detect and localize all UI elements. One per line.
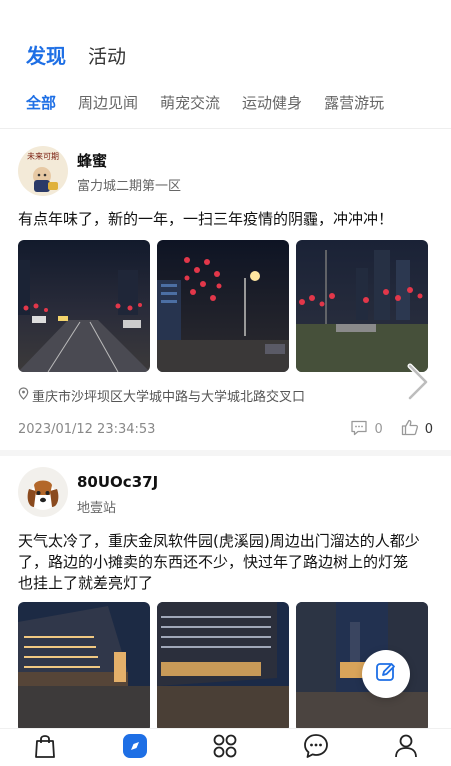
grid-icon: [212, 733, 238, 763]
category-nearby[interactable]: 周边见闻: [78, 92, 138, 113]
post-timestamp: 2023/01/12 23:34:53: [18, 422, 156, 437]
category-camping[interactable]: 露营游玩: [324, 92, 384, 113]
post-photo[interactable]: [18, 240, 150, 372]
avatar[interactable]: [18, 467, 68, 517]
bottom-nav: [0, 728, 451, 766]
profile-icon: [394, 733, 418, 763]
tab-activities[interactable]: 活动: [88, 42, 126, 69]
photo-gallery: [18, 240, 428, 372]
post-separator: [0, 450, 451, 456]
location-pin-icon: [18, 387, 29, 404]
user-location: 地壹站: [77, 501, 117, 516]
address-text: 重庆市沙坪坝区大学城中路与大学城北路交叉口: [32, 390, 306, 405]
comment-icon: [350, 420, 368, 440]
comment-count: 0: [374, 422, 383, 437]
post-photo[interactable]: [296, 240, 428, 372]
post-meta: 2023/01/12 23:34:53 0 0: [18, 419, 433, 440]
divider: [0, 128, 451, 129]
user-location: 富力城二期第一区: [77, 179, 182, 194]
nav-messages[interactable]: [296, 732, 336, 764]
post-photo[interactable]: [157, 240, 289, 372]
like-button[interactable]: 0: [401, 419, 433, 440]
tab-discover[interactable]: 发现: [26, 40, 66, 69]
edit-icon: [374, 660, 398, 688]
top-tabs: 发现 活动: [26, 40, 126, 69]
username[interactable]: 蜂蜜: [77, 150, 107, 171]
nav-services[interactable]: [205, 732, 245, 764]
post-actions: 0 0: [350, 419, 433, 440]
username[interactable]: 80UOc37J: [77, 473, 158, 491]
category-all[interactable]: 全部: [26, 92, 56, 113]
avatar[interactable]: 未来可期: [18, 146, 68, 196]
nav-discover[interactable]: [115, 732, 155, 764]
shopping-bag-icon: [34, 733, 56, 763]
avatar-caption: 未来可期: [27, 151, 59, 161]
thumbs-up-icon: [401, 419, 419, 440]
post-photo[interactable]: [157, 602, 289, 732]
post-photo[interactable]: [18, 602, 150, 732]
compass-icon: [122, 733, 148, 763]
category-fitness[interactable]: 运动健身: [242, 92, 302, 113]
post-text: 有点年味了，新的一年，一扫三年疫情的阴霾，冲冲冲！: [18, 210, 394, 228]
post-text: 天气太冷了，重庆金凤软件园(虎溪园)周边出门溜达的人都少了，路边的小摊卖的东西还…: [18, 532, 424, 592]
nav-profile[interactable]: [386, 732, 426, 764]
like-count: 0: [424, 422, 433, 437]
compose-post-button[interactable]: [362, 650, 410, 698]
category-pets[interactable]: 萌宠交流: [160, 92, 220, 113]
comment-button[interactable]: 0: [350, 420, 383, 440]
message-icon: [303, 733, 329, 763]
category-tabs: 全部 周边见闻 萌宠交流 运动健身 露营游玩: [26, 92, 384, 113]
nav-shop[interactable]: [25, 732, 65, 764]
next-image-arrow[interactable]: [400, 362, 434, 402]
post-address[interactable]: 重庆市沙坪坝区大学城中路与大学城北路交叉口: [18, 386, 305, 405]
